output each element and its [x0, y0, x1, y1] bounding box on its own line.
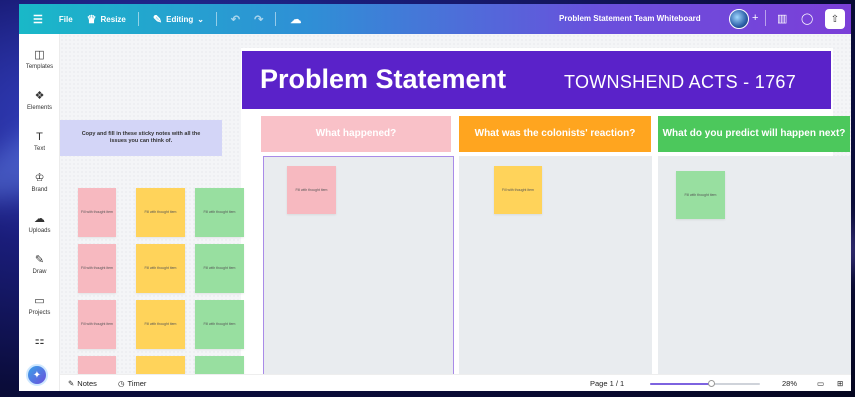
- sticky-note[interactable]: Fill with thought item: [195, 244, 244, 293]
- pencil-icon: ✎: [152, 13, 163, 26]
- column-header-colonists-reaction[interactable]: What was the colonists' reaction?: [459, 116, 651, 152]
- sticky-note[interactable]: Fill with thought item: [195, 188, 244, 237]
- sidebar-item-uploads[interactable]: ☁ Uploads: [19, 212, 60, 234]
- share-icon: ⇧: [830, 13, 840, 25]
- page-indicator[interactable]: Page 1 / 1: [590, 379, 624, 388]
- timer-icon: ◷: [118, 379, 125, 388]
- grid-view-icon[interactable]: ⊞: [837, 379, 843, 388]
- redo-button[interactable]: ↷: [254, 13, 263, 26]
- column-header-what-happened[interactable]: What happened?: [261, 116, 451, 152]
- apps-icon: ⚏: [34, 335, 45, 347]
- instructions-note[interactable]: Copy and fill in these sticky notes with…: [60, 120, 222, 156]
- notes-button[interactable]: ✎ Notes: [68, 379, 97, 388]
- draw-icon: ✎: [34, 254, 45, 266]
- analytics-icon[interactable]: ▥: [777, 12, 787, 25]
- resize-button[interactable]: ♛ Resize: [87, 13, 126, 26]
- add-collaborator-icon[interactable]: +: [752, 12, 758, 24]
- column-colonists-reaction[interactable]: [459, 156, 652, 374]
- file-menu[interactable]: File: [59, 15, 73, 24]
- uploads-icon: ☁: [34, 213, 45, 225]
- avatar[interactable]: [729, 9, 749, 29]
- timer-button[interactable]: ◷ Timer: [118, 379, 146, 388]
- sticky-note[interactable]: Fill with thought item: [136, 188, 185, 237]
- redo-icon: ↷: [254, 13, 264, 26]
- sticky-note[interactable]: [136, 356, 185, 374]
- zoom-slider-handle[interactable]: [707, 380, 715, 387]
- sidebar-item-elements[interactable]: ❖ Elements: [19, 89, 60, 111]
- templates-icon: ◫: [34, 49, 45, 61]
- undo-button[interactable]: ↶: [231, 13, 240, 26]
- title-banner[interactable]: Problem Statement TOWNSHEND ACTS - 1767: [242, 51, 831, 109]
- sidebar-item-text[interactable]: T Text: [19, 130, 60, 152]
- magic-assistant-button[interactable]: ✦: [26, 364, 48, 386]
- sidebar-item-projects[interactable]: ▭ Projects: [19, 294, 60, 316]
- whiteboard-canvas[interactable]: Problem Statement TOWNSHEND ACTS - 1767 …: [60, 34, 851, 374]
- chevron-down-icon: ⌄: [197, 14, 204, 24]
- editing-dropdown[interactable]: ✎ Editing ⌄: [153, 13, 204, 26]
- sticky-note[interactable]: Fill with thought item: [287, 166, 336, 214]
- elements-icon: ❖: [34, 90, 45, 102]
- text-icon: T: [36, 131, 43, 143]
- page-view-icon[interactable]: ▭: [817, 379, 824, 388]
- divider: [215, 12, 217, 26]
- sticky-note[interactable]: Fill with thought item: [195, 300, 244, 349]
- resize-icon: ♛: [86, 13, 97, 26]
- divider: [765, 10, 766, 26]
- document-title[interactable]: Problem Statement Team Whiteboard: [559, 14, 701, 23]
- sidebar-item-apps[interactable]: ⚏: [19, 334, 60, 348]
- sticky-note[interactable]: Fill with thought item: [136, 244, 185, 293]
- sticky-note[interactable]: Fill with thought item: [494, 166, 542, 214]
- app-window: ☰ File ♛ Resize ✎ Editing ⌄ ↶ ↷ ☁ Problem S…: [19, 4, 851, 391]
- zoom-level[interactable]: 28%: [782, 379, 797, 388]
- undo-icon: ↶: [230, 13, 241, 26]
- sticky-note[interactable]: [195, 356, 244, 374]
- sticky-note[interactable]: Fill with thought item: [136, 300, 185, 349]
- sticky-note[interactable]: Fill with thought item: [78, 300, 116, 349]
- sticky-note[interactable]: Fill with thought item: [78, 188, 116, 237]
- top-toolbar: ☰ File ♛ Resize ✎ Editing ⌄ ↶ ↷ ☁ Problem S…: [19, 4, 851, 34]
- divider: [275, 12, 277, 26]
- sidebar-item-templates[interactable]: ◫ Templates: [19, 48, 60, 70]
- sticky-note[interactable]: [78, 356, 116, 374]
- page-title: Problem Statement: [260, 64, 507, 94]
- left-sidebar: ◫ Templates ❖ Elements T Text ♔ Brand ☁ …: [19, 34, 60, 391]
- sparkle-icon: ✦: [32, 369, 42, 381]
- column-header-predict-next[interactable]: What do you predict will happen next?: [658, 116, 850, 152]
- cloud-save-icon[interactable]: ☁: [290, 13, 301, 26]
- divider: [137, 12, 139, 26]
- zoom-slider-fill: [650, 383, 711, 385]
- sticky-note[interactable]: Fill with thought item: [676, 171, 725, 219]
- comment-icon[interactable]: ◯: [801, 12, 813, 25]
- sidebar-item-brand[interactable]: ♔ Brand: [19, 171, 60, 193]
- share-button[interactable]: ⇧: [825, 9, 845, 29]
- menu-icon[interactable]: ☰: [33, 13, 43, 26]
- page-subtitle: TOWNSHEND ACTS - 1767: [564, 72, 797, 92]
- projects-icon: ▭: [34, 295, 45, 307]
- notes-icon: ✎: [68, 379, 75, 388]
- zoom-slider[interactable]: [650, 380, 760, 387]
- sticky-note[interactable]: Fill with thought item: [78, 244, 116, 293]
- brand-icon: ♔: [34, 172, 45, 184]
- sidebar-item-draw[interactable]: ✎ Draw: [19, 253, 60, 275]
- bottom-toolbar: ✎ Notes ◷ Timer Page 1 / 1 28% ▭ ⊞: [60, 374, 851, 391]
